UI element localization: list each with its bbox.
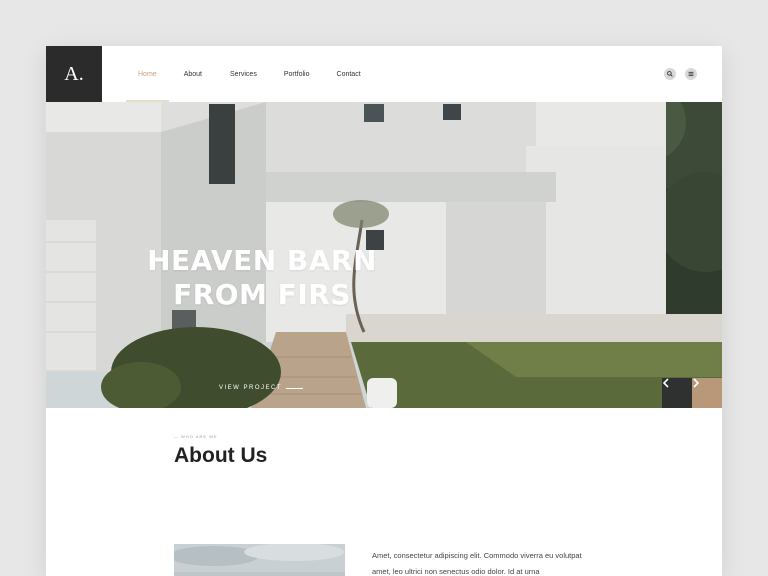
view-project-line bbox=[286, 387, 304, 389]
hero-slider: HEAVEN BARN FROM FIRS VIEW PROJECT bbox=[46, 102, 722, 408]
about-image bbox=[174, 544, 345, 576]
view-project-link[interactable]: VIEW PROJECT bbox=[219, 385, 304, 391]
site-header: A. Home About Services Portfolio Contact bbox=[46, 46, 722, 102]
logo-text: A. bbox=[64, 62, 84, 85]
slider-next-button[interactable] bbox=[692, 378, 722, 408]
slider-prev-button[interactable] bbox=[662, 378, 692, 408]
nav-item-services[interactable]: Services bbox=[230, 46, 257, 102]
nav-item-about[interactable]: About bbox=[184, 46, 202, 102]
hero-title-line2: FROM FIRS bbox=[173, 278, 351, 311]
about-title: About Us bbox=[174, 444, 268, 467]
search-button[interactable] bbox=[664, 68, 676, 80]
main-nav: Home About Services Portfolio Contact bbox=[126, 46, 361, 102]
about-eyebrow: — WHO ARE WE bbox=[174, 434, 218, 439]
view-project-label: VIEW PROJECT bbox=[219, 385, 283, 391]
about-text: Amet, consectetur adipiscing elit. Commo… bbox=[372, 551, 582, 576]
nav-item-label: Contact bbox=[336, 70, 361, 78]
chevron-left-icon bbox=[662, 378, 669, 388]
nav-item-label: Home bbox=[138, 70, 157, 78]
nav-item-home[interactable]: Home bbox=[126, 46, 169, 102]
logo[interactable]: A. bbox=[46, 46, 102, 102]
menu-icon bbox=[688, 71, 694, 77]
chevron-right-icon bbox=[693, 378, 700, 388]
nav-item-label: Portfolio bbox=[283, 70, 310, 78]
hero-title-line1: HEAVEN BARN bbox=[147, 244, 377, 277]
nav-item-label: Services bbox=[229, 70, 257, 78]
hero-title: HEAVEN BARN FROM FIRS bbox=[132, 244, 392, 312]
menu-button[interactable] bbox=[685, 68, 697, 80]
nav-item-portfolio[interactable]: Portfolio bbox=[284, 46, 310, 102]
search-icon bbox=[667, 71, 673, 77]
nav-item-label: About bbox=[183, 70, 202, 78]
page-frame: A. Home About Services Portfolio Contact bbox=[46, 46, 722, 576]
nav-item-contact[interactable]: Contact bbox=[337, 46, 361, 102]
